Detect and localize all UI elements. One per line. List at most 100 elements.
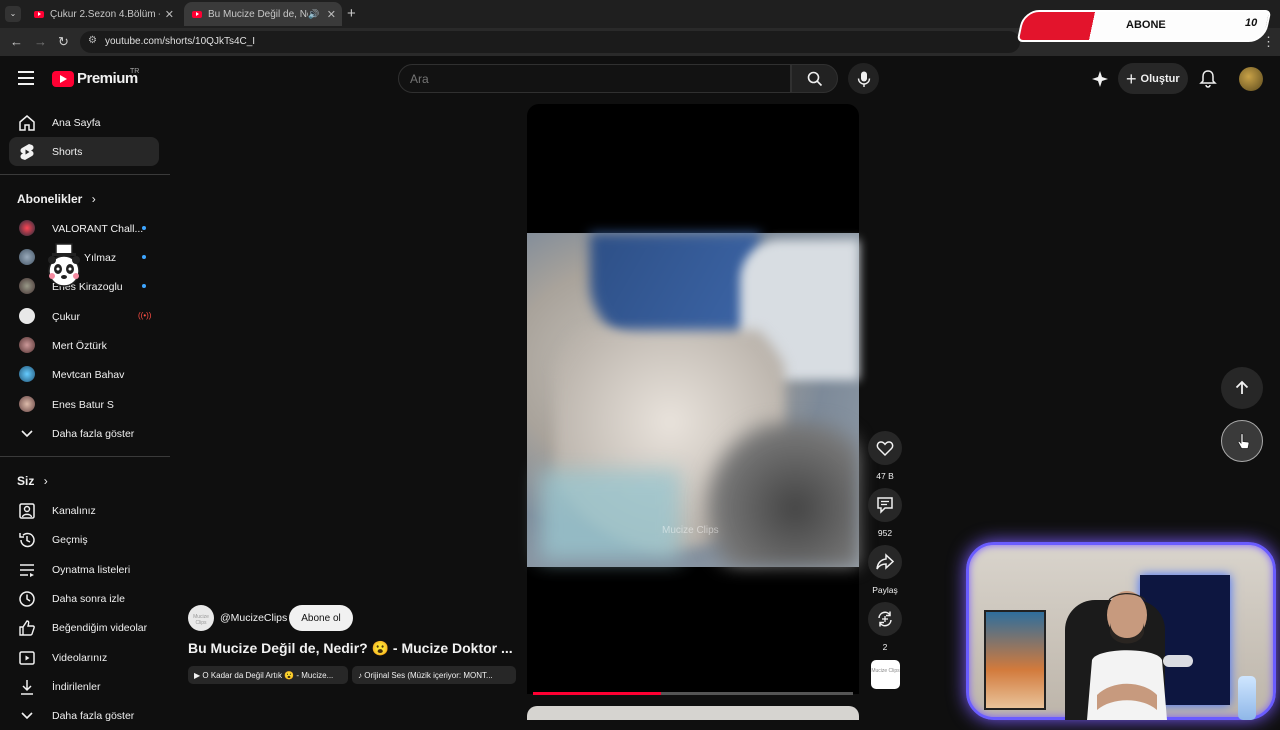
- like-button[interactable]: [868, 431, 902, 465]
- reload-icon[interactable]: ↻: [58, 34, 69, 50]
- sidebar-item-label: İndirilenler: [52, 680, 101, 693]
- like-count: 47 B: [876, 471, 894, 481]
- sidebar-item-history[interactable]: Geçmiş: [9, 525, 159, 554]
- create-button[interactable]: + Oluştur: [1118, 63, 1188, 94]
- notifications-bell-icon[interactable]: [1199, 69, 1217, 88]
- browser-menu-icon[interactable]: ⋮: [1262, 34, 1275, 50]
- sidebar-show-more-2[interactable]: Daha fazla göster: [9, 701, 159, 730]
- channel-avatar: [19, 220, 35, 236]
- sidebar-item-label: Oynatma listeleri: [52, 563, 131, 576]
- site-info-icon[interactable]: ⚙: [88, 35, 97, 46]
- search-button[interactable]: [791, 64, 838, 93]
- browser-tab[interactable]: Çukur 2.Sezon 4.Bölüm - YouTu ✕: [26, 2, 180, 26]
- browser-tab-active[interactable]: Bu Mucize Değil de, Nedir? 😮 🔊 ✕: [184, 2, 342, 26]
- share-icon: [876, 553, 894, 570]
- sidebar-item-playlists[interactable]: Oynatma listeleri: [9, 555, 159, 584]
- next-short-preview[interactable]: [527, 706, 859, 720]
- address-bar[interactable]: ⚙ youtube.com/shorts/10QJkTs4C_I: [80, 31, 1020, 53]
- audio-playing-icon[interactable]: 🔊: [308, 9, 319, 20]
- forward-icon[interactable]: →: [34, 34, 47, 49]
- youtube-favicon-icon: [34, 10, 44, 18]
- comments-button[interactable]: [868, 488, 902, 522]
- sidebar-item-subscription[interactable]: Mevtcan Bahav: [9, 360, 159, 389]
- logo-text: Premium: [77, 70, 138, 87]
- microphone-icon: [857, 71, 870, 87]
- voice-search-button[interactable]: [848, 63, 879, 94]
- subscriptions-heading[interactable]: Abonelikler ›: [17, 192, 96, 206]
- share-button[interactable]: [868, 545, 902, 579]
- download-icon: [21, 680, 33, 695]
- panda-emote-icon: [48, 243, 80, 287]
- video-cloth-region: [540, 470, 680, 560]
- remix-icon: [878, 611, 892, 627]
- previous-short-button[interactable]: [1221, 367, 1263, 409]
- channel-name: Yılmaz: [84, 251, 117, 264]
- region-code: TR: [130, 68, 140, 75]
- tab-list-button[interactable]: ⌄: [5, 6, 21, 22]
- sidebar-item-watch-later[interactable]: Daha sonra izle: [9, 584, 159, 613]
- youtube-premium-logo[interactable]: Premium: [52, 70, 138, 87]
- search-input[interactable]: [410, 72, 770, 86]
- remix-count: 2: [882, 642, 888, 652]
- tab-title: Çukur 2.Sezon 4.Bölüm - YouTu: [50, 8, 160, 20]
- sidebar-show-more[interactable]: Daha fazla göster: [9, 419, 159, 448]
- plus-icon: +: [1126, 68, 1137, 89]
- live-icon: ((•)): [138, 311, 152, 320]
- channel-name: Çukur: [52, 310, 81, 323]
- sidebar-divider: [0, 456, 170, 457]
- search-icon: [807, 71, 823, 87]
- next-short-button[interactable]: [1221, 420, 1263, 462]
- sidebar-item-label: Ana Sayfa: [52, 116, 101, 129]
- share-label: Paylaş: [872, 585, 898, 595]
- sidebar-item-subscription[interactable]: Çukur ((•)): [9, 302, 159, 331]
- remix-button[interactable]: [868, 602, 902, 636]
- webcam-neon-logo: [1163, 655, 1193, 667]
- sidebar-item-label: Geçmiş: [52, 533, 88, 546]
- sidebar-item-your-channel[interactable]: Kanalınız: [9, 496, 159, 525]
- subscribe-button[interactable]: Abone ol: [289, 605, 353, 631]
- sidebar-item-label: Daha sonra izle: [52, 592, 125, 605]
- new-tab-button[interactable]: +: [347, 5, 356, 22]
- comment-icon: [877, 497, 893, 514]
- webcam-water-bottle: [1238, 676, 1256, 720]
- history-icon: [19, 532, 35, 548]
- related-video-chip[interactable]: ▶ O Kadar da Değil Artık 😮 - Mucize...: [188, 666, 348, 684]
- sound-thumbnail[interactable]: Mucize Clips: [871, 660, 900, 689]
- comment-count: 952: [877, 528, 893, 538]
- sidebar-item-home[interactable]: Ana Sayfa: [9, 108, 159, 137]
- sidebar-item-subscription[interactable]: Mert Öztürk: [9, 331, 159, 360]
- ai-sparkle-icon[interactable]: [1091, 70, 1109, 88]
- clock-icon: [19, 591, 35, 607]
- channel-avatar: [19, 337, 35, 353]
- new-content-dot: [142, 226, 146, 230]
- channel-avatar[interactable]: Mucize Clips: [188, 605, 214, 631]
- channel-name: VALORANT Chall...: [52, 222, 144, 235]
- original-sound-chip[interactable]: ♪ Orijinal Ses (Müzik içeriyor: MONT...: [352, 666, 516, 684]
- like-icon: [19, 620, 35, 636]
- create-label: Oluştur: [1140, 72, 1180, 85]
- sidebar-item-your-videos[interactable]: Videolarınız: [9, 643, 159, 672]
- back-icon[interactable]: ←: [10, 34, 23, 49]
- sidebar-item-shorts[interactable]: Shorts: [9, 137, 159, 166]
- you-title: Siz: [17, 474, 35, 488]
- new-content-dot: [142, 255, 146, 259]
- close-tab-icon[interactable]: ✕: [327, 8, 336, 21]
- close-tab-icon[interactable]: ✕: [165, 8, 174, 21]
- short-title[interactable]: Bu Mucize Değil de, Nedir? 😮 - Mucize Do…: [188, 640, 513, 657]
- arrow-up-icon: [1235, 380, 1249, 394]
- sidebar-item-liked-videos[interactable]: Beğendiğim videolar: [9, 613, 159, 642]
- sidebar-item-subscription[interactable]: VALORANT Chall...: [9, 214, 159, 243]
- sidebar-item-downloads[interactable]: İndirilenler: [9, 672, 159, 701]
- channel-handle[interactable]: @MucizeClips: [220, 612, 287, 624]
- chevron-right-icon: ›: [91, 192, 96, 206]
- sidebar-divider: [0, 174, 170, 175]
- sidebar-item-subscription[interactable]: Enes Batur S: [9, 390, 159, 419]
- overlay-subscribe-label: ABONE: [1126, 19, 1166, 31]
- video-scrubs-region: [590, 233, 760, 343]
- video-progress-fill: [533, 692, 661, 695]
- new-content-dot: [142, 284, 146, 288]
- home-icon: [19, 115, 35, 131]
- account-avatar[interactable]: [1239, 67, 1263, 91]
- hamburger-menu-icon[interactable]: [18, 71, 34, 85]
- you-heading[interactable]: Siz ›: [17, 474, 48, 488]
